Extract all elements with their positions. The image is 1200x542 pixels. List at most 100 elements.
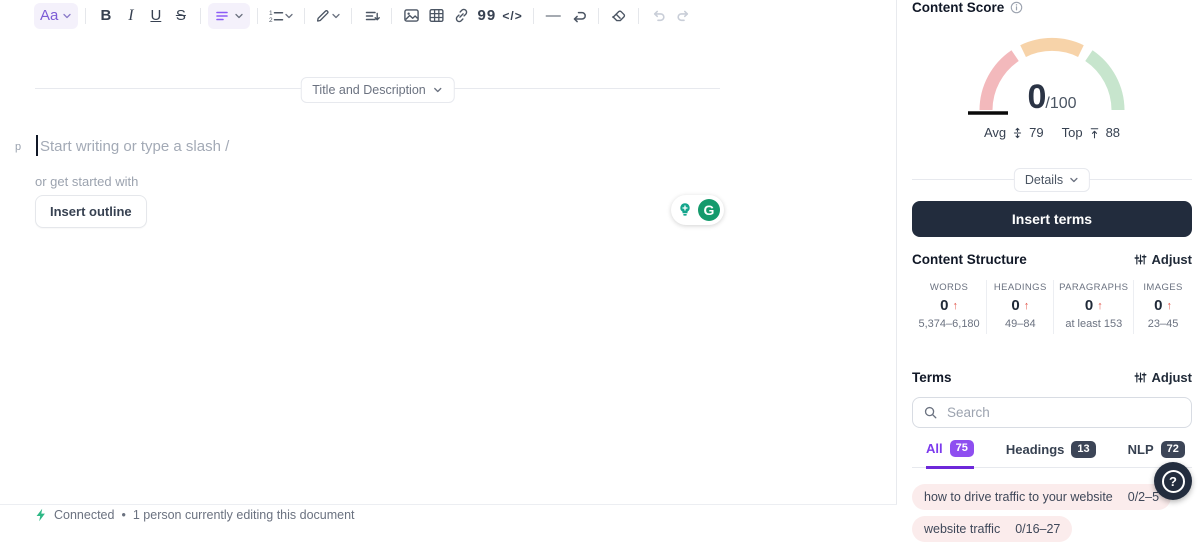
- terms-list: how to drive traffic to your website 0/2…: [912, 484, 1192, 542]
- up-arrow-icon: ↑: [952, 299, 959, 312]
- return-arrow-icon: [570, 7, 587, 24]
- section-divider: Title and Description: [35, 77, 720, 103]
- connected-bolt-icon: [35, 508, 47, 522]
- indent-icon: [364, 8, 380, 24]
- score-benchmarks: Avg 79 Top 88: [912, 125, 1192, 140]
- clear-formatting-button[interactable]: [606, 3, 631, 29]
- toolbar-divider: [85, 7, 87, 24]
- italic-button[interactable]: I: [118, 3, 143, 29]
- toolbar-divider: [637, 7, 639, 24]
- insert-outline-button[interactable]: Insert outline: [35, 195, 147, 228]
- term-count: 0/16–27: [1015, 522, 1061, 537]
- status-separator: •: [121, 508, 126, 522]
- italic-label: I: [128, 6, 134, 24]
- top-label: Top: [1061, 125, 1083, 140]
- stat-range: 49–84: [1004, 318, 1036, 330]
- tab-all[interactable]: All 75: [926, 440, 974, 470]
- redo-icon: [675, 7, 692, 24]
- editor-pane: Aa B I U S 12 99 </> — Title and Descrip…: [0, 0, 897, 525]
- sliders-icon: [1134, 253, 1147, 266]
- stat-value: 0: [1084, 297, 1094, 314]
- editor-placeholder[interactable]: Start writing or type a slash /: [40, 138, 229, 155]
- chevron-down-icon: [62, 11, 72, 21]
- up-arrow-icon: ↑: [1097, 299, 1103, 312]
- svg-text:2: 2: [269, 17, 273, 24]
- content-structure-stats: WORDS 0 ↑ 5,374–6,180 HEADINGS 0 ↑ 49–84 P…: [912, 280, 1192, 334]
- bold-button[interactable]: B: [93, 3, 118, 29]
- stat-words: WORDS 0 ↑ 5,374–6,180: [912, 280, 986, 334]
- score-value: 0: [1027, 78, 1046, 116]
- font-style-label: Aa: [40, 7, 59, 24]
- insert-image-button[interactable]: [399, 3, 424, 29]
- pen-icon: [315, 8, 331, 24]
- horizontal-rule-button[interactable]: —: [541, 3, 566, 29]
- avg-icon: [1011, 126, 1024, 140]
- details-divider: Details: [912, 168, 1192, 192]
- stat-value: 0: [1011, 297, 1020, 314]
- chevron-down-icon: [234, 11, 244, 21]
- align-button[interactable]: [208, 2, 251, 29]
- tab-all-label: All: [926, 441, 943, 457]
- score-readout: 0/100: [912, 78, 1192, 117]
- stat-label: WORDS: [929, 282, 969, 293]
- code-block-button[interactable]: </>: [499, 3, 525, 29]
- terms-tabs: All 75 Headings 13 NLP 72: [912, 440, 1192, 470]
- insert-link-button[interactable]: [449, 3, 474, 29]
- info-icon[interactable]: [1010, 1, 1023, 14]
- content-score-gauge: 0/100: [912, 25, 1192, 121]
- details-button[interactable]: Details: [1013, 168, 1091, 192]
- ordered-list-icon: 12: [268, 8, 284, 24]
- redo-button[interactable]: [671, 3, 696, 29]
- align-left-icon: [214, 8, 230, 24]
- svg-text:1: 1: [269, 10, 273, 17]
- image-icon: [403, 7, 420, 24]
- adjust-label: Adjust: [1151, 370, 1192, 385]
- blockquote-button[interactable]: 99: [474, 3, 499, 29]
- pen-style-button[interactable]: [312, 3, 344, 29]
- tab-headings[interactable]: Headings 13: [1006, 440, 1096, 467]
- indent-button[interactable]: [359, 3, 384, 29]
- insert-table-button[interactable]: [424, 3, 449, 29]
- grammarly-widget[interactable]: G: [671, 195, 724, 225]
- term-row: how to drive traffic to your website 0/2…: [912, 484, 1192, 511]
- structure-adjust-button[interactable]: Adjust: [1134, 252, 1192, 267]
- ordered-list-button[interactable]: 12: [265, 3, 297, 29]
- horizontal-rule-icon: —: [545, 7, 561, 24]
- search-icon: [923, 405, 938, 420]
- toolbar-divider: [391, 7, 393, 24]
- eraser-icon: [610, 7, 627, 24]
- terms-search-box[interactable]: [912, 397, 1192, 428]
- stat-value: 0: [1154, 297, 1163, 314]
- get-started-label: or get started with: [35, 174, 139, 189]
- tab-nlp-badge: 72: [1160, 440, 1185, 458]
- font-style-button[interactable]: Aa: [34, 2, 79, 29]
- terms-header: Terms Adjust: [912, 370, 1192, 385]
- formatting-toolbar: Aa B I U S 12 99 </> —: [34, 2, 696, 29]
- tab-nlp-label: NLP: [1127, 441, 1154, 457]
- strikethrough-button[interactable]: S: [168, 3, 193, 29]
- stat-label: PARAGRAPHS: [1059, 282, 1129, 293]
- insert-terms-button[interactable]: Insert terms: [912, 201, 1192, 237]
- content-structure-title: Content Structure: [912, 252, 1027, 267]
- editor-status-bar: Connected • 1 person currently editing t…: [0, 504, 897, 525]
- strikethrough-label: S: [175, 7, 186, 24]
- terms-search-input[interactable]: [947, 405, 1181, 420]
- undo-button[interactable]: [646, 3, 671, 29]
- stat-range: at least 153: [1065, 318, 1123, 330]
- term-chip[interactable]: website traffic 0/16–27: [912, 516, 1073, 542]
- toolbar-divider: [597, 7, 599, 24]
- hard-break-button[interactable]: [566, 3, 591, 29]
- terms-adjust-button[interactable]: Adjust: [1134, 370, 1192, 385]
- editing-status-label: 1 person currently editing this document: [132, 508, 355, 522]
- connected-label: Connected: [54, 508, 115, 522]
- underline-button[interactable]: U: [143, 3, 168, 29]
- toolbar-divider: [257, 7, 259, 24]
- adjust-label: Adjust: [1151, 252, 1192, 267]
- grammarly-logo-icon: G: [698, 199, 720, 221]
- title-description-label: Title and Description: [312, 83, 426, 97]
- terms-title: Terms: [912, 370, 952, 385]
- stat-range: 23–45: [1147, 318, 1179, 330]
- term-chip[interactable]: how to drive traffic to your website 0/2…: [912, 484, 1172, 511]
- title-description-button[interactable]: Title and Description: [300, 77, 455, 103]
- help-button[interactable]: ?: [1154, 462, 1192, 500]
